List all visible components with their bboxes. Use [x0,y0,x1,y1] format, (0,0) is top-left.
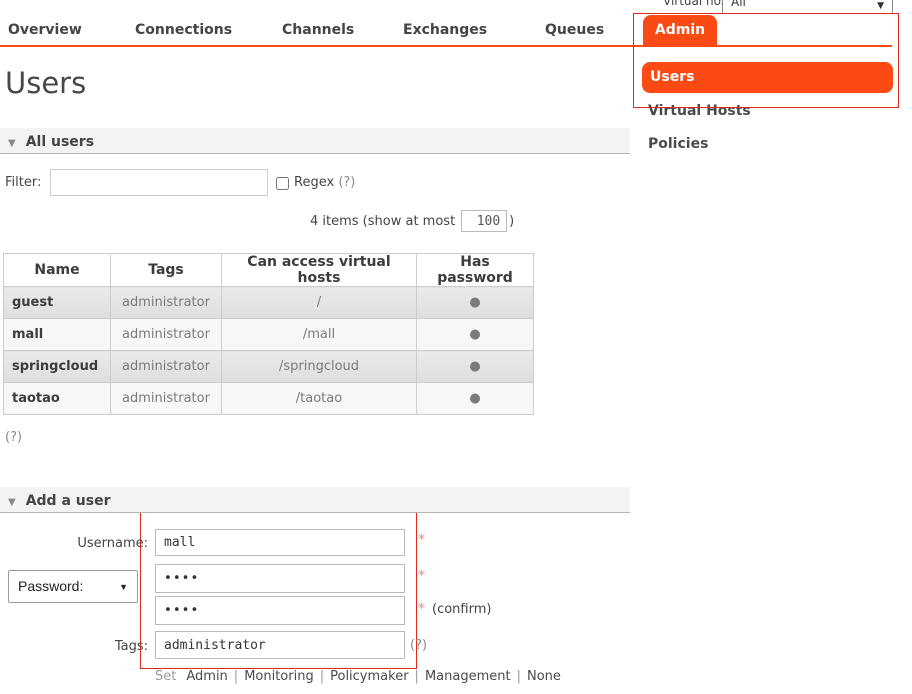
tag-option-admin[interactable]: Admin [186,669,227,684]
tab-admin[interactable]: Admin [643,15,717,46]
tags-input[interactable] [155,631,405,659]
filter-input[interactable] [50,169,268,196]
table-row: mall administrator /mall ● [4,319,534,351]
password-confirm-input[interactable] [155,596,405,625]
items-count-close: ) [509,214,514,229]
sidebar-item-virtual-hosts[interactable]: Virtual Hosts [648,103,751,119]
has-password-dot: ● [417,383,534,415]
items-count-row: 4 items (show at most ) [310,209,514,233]
user-vhosts: / [222,287,417,319]
confirm-label: (confirm) [432,602,491,617]
regex-label: Regex [294,175,334,190]
table-row: taotao administrator /taotao ● [4,383,534,415]
section-header-add-user[interactable]: ▼ Add a user [0,487,630,513]
separator: | [320,669,324,684]
user-tags: administrator [111,351,222,383]
tab-exchanges[interactable]: Exchanges [403,22,487,38]
collapse-triangle-icon: ▼ [8,138,16,149]
table-row: springcloud administrator /springcloud ● [4,351,534,383]
col-header-name: Name [4,254,111,287]
regex-help-link[interactable]: (?) [338,175,355,190]
tags-help-link[interactable]: (?) [410,638,427,653]
regex-checkbox[interactable] [276,177,289,190]
col-header-has-password: Has password [417,254,534,287]
col-header-vhosts: Can access virtual hosts [222,254,417,287]
virtual-host-select[interactable]: All ▼ [722,0,893,14]
required-asterisk: * [418,568,425,584]
page-title: Users [5,66,86,100]
section-title: Add a user [26,493,111,509]
has-password-dot: ● [417,351,534,383]
user-name-link[interactable]: mall [4,319,111,351]
user-tags: administrator [111,287,222,319]
tab-overview[interactable]: Overview [8,22,82,38]
users-table: Name Tags Can access virtual hosts Has p… [3,253,534,415]
user-vhosts: /springcloud [222,351,417,383]
password-type-select[interactable]: Password: ▼ [8,570,138,603]
tab-queues[interactable]: Queues [545,22,604,38]
user-name-link[interactable]: springcloud [4,351,111,383]
virtual-host-value: All [731,0,746,9]
collapse-triangle-icon: ▼ [8,497,16,508]
table-header-row: Name Tags Can access virtual hosts Has p… [4,254,534,287]
tag-option-policymaker[interactable]: Policymaker [330,669,408,684]
tag-option-management[interactable]: Management [425,669,511,684]
col-header-tags: Tags [111,254,222,287]
required-asterisk: * [418,532,425,548]
regex-label-wrap: Regex (?) [294,175,355,190]
show-at-most-input[interactable] [461,210,507,232]
table-row: guest administrator / ● [4,287,534,319]
user-name-link[interactable]: taotao [4,383,111,415]
user-tags: administrator [111,319,222,351]
required-asterisk: * [418,601,425,617]
filter-label: Filter: [5,175,41,190]
sidebar-item-users[interactable]: Users [642,62,893,93]
set-label: Set [155,669,176,684]
tag-option-none[interactable]: None [527,669,561,684]
username-label: Username: [0,536,148,551]
password-input[interactable] [155,564,405,593]
items-count-text: 4 items (show at most [310,214,455,229]
separator: | [517,669,521,684]
separator: | [415,669,419,684]
user-tags: administrator [111,383,222,415]
tab-channels[interactable]: Channels [282,22,354,38]
user-vhosts: /mall [222,319,417,351]
chevron-down-icon: ▼ [877,0,884,17]
section-header-all-users[interactable]: ▼ All users [0,128,630,154]
tag-option-monitoring[interactable]: Monitoring [244,669,314,684]
username-input[interactable] [155,529,405,556]
tags-label: Tags: [0,639,148,654]
password-select-label: Password: [18,578,83,594]
chevron-down-icon: ▼ [119,571,128,604]
has-password-dot: ● [417,287,534,319]
user-name-link[interactable]: guest [4,287,111,319]
user-vhosts: /taotao [222,383,417,415]
sidebar-item-policies[interactable]: Policies [648,136,708,152]
nav-underline [0,45,892,47]
tab-connections[interactable]: Connections [135,22,232,38]
has-password-dot: ● [417,319,534,351]
section-title: All users [26,134,94,150]
separator: | [234,669,238,684]
tag-shortcut-row: Set Admin | Monitoring | Policymaker | Manageme… [155,669,561,684]
table-help-link[interactable]: (?) [5,430,22,445]
